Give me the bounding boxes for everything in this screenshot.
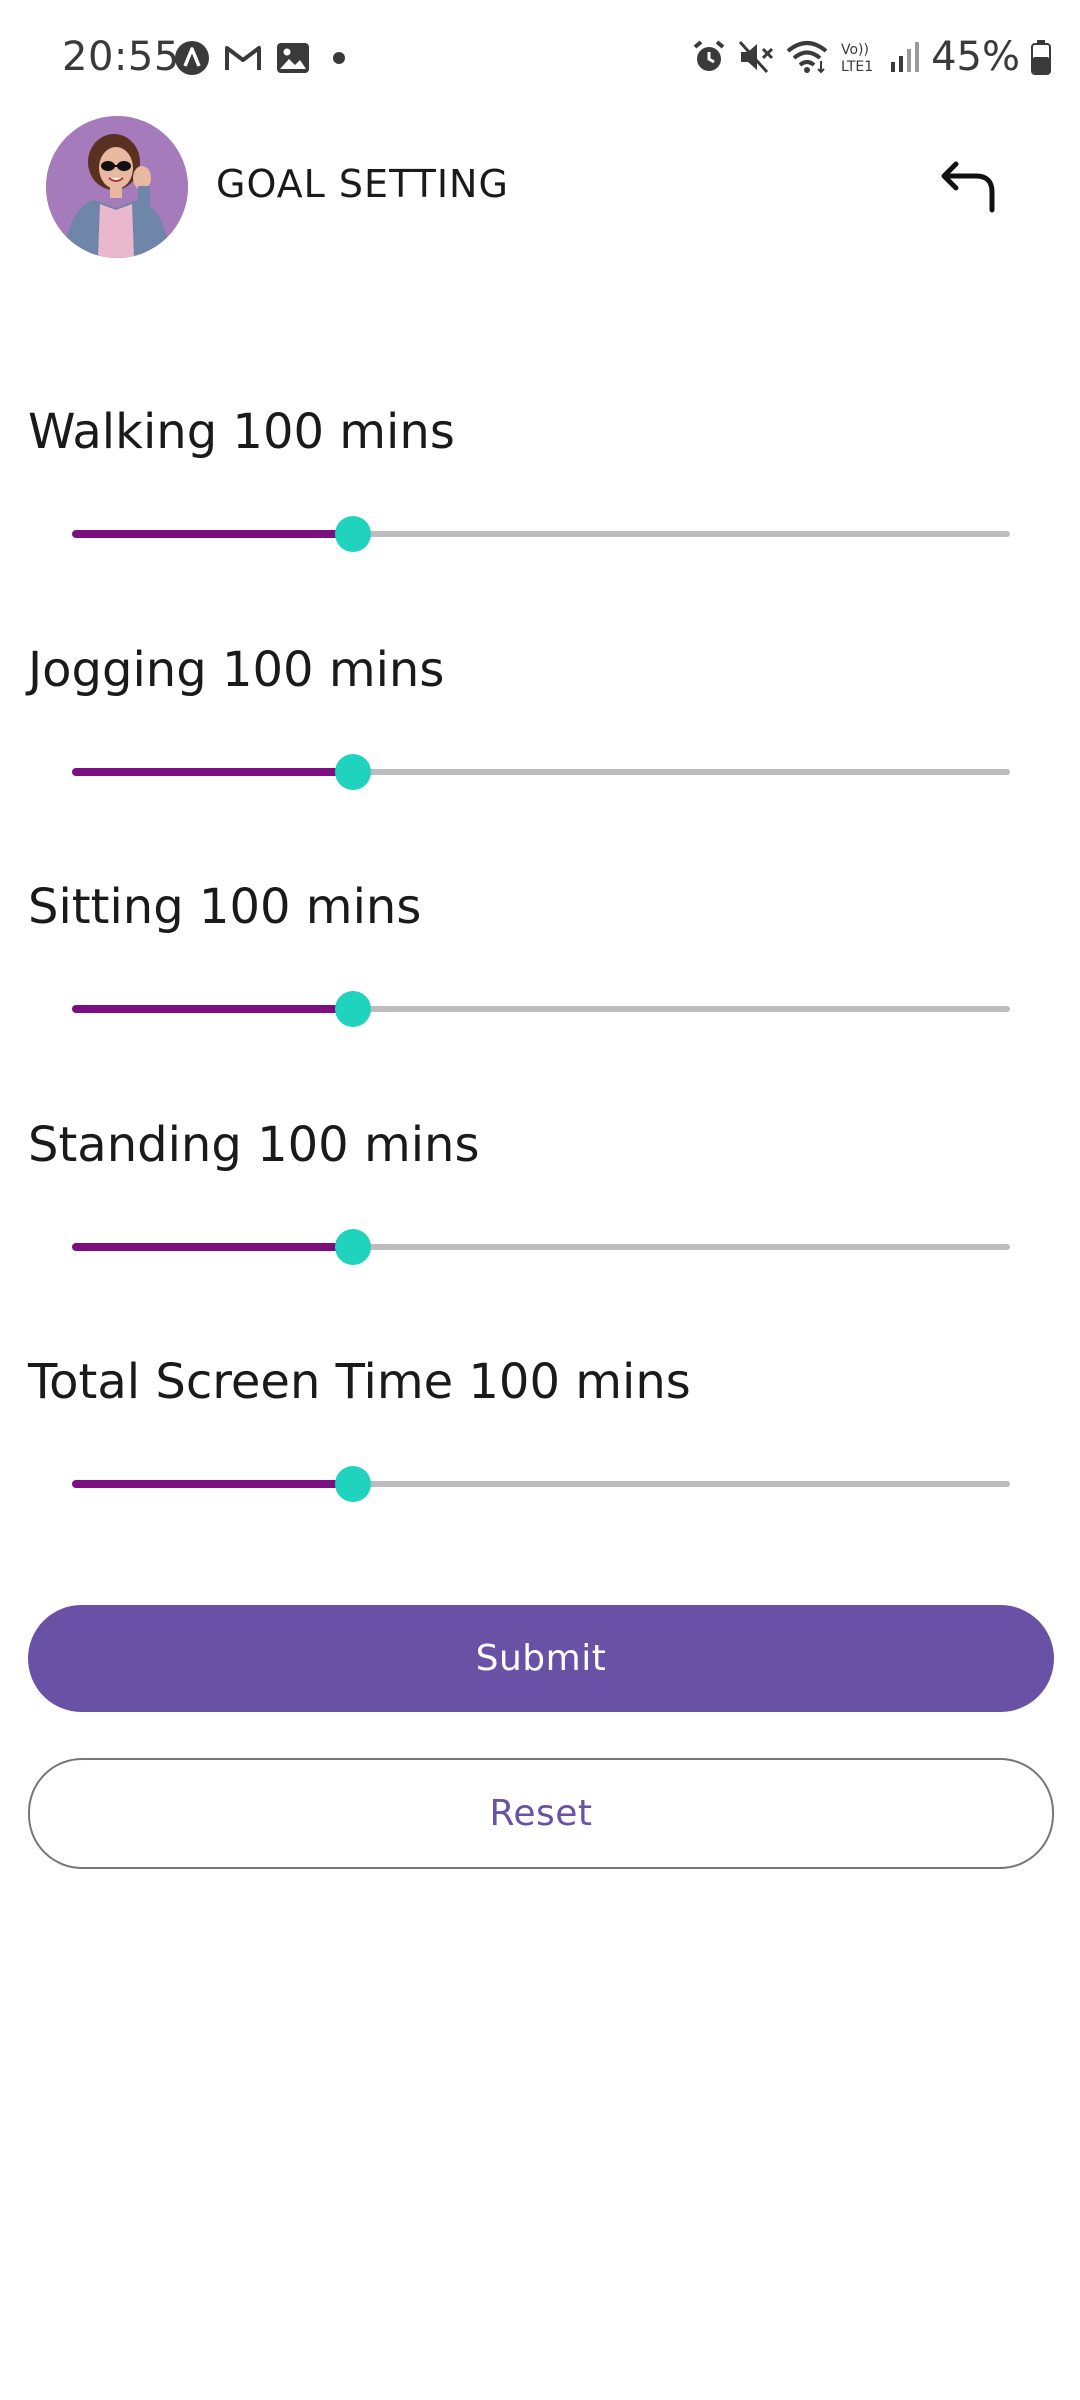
svg-text:Vo)): Vo))	[841, 42, 869, 58]
goal-label-sitting: Sitting 100 mins	[28, 879, 422, 935]
goal-label-standing: Standing 100 mins	[28, 1117, 480, 1173]
slider-thumb[interactable]	[335, 1229, 372, 1265]
app-header: GOAL SETTING	[0, 112, 1080, 262]
slider-thumb[interactable]	[335, 1466, 372, 1502]
goal-walking: Walking 100 mins	[0, 404, 1080, 604]
goal-jogging: Jogging 100 mins	[0, 642, 1080, 842]
walking-slider[interactable]	[72, 504, 1010, 564]
page-title: GOAL SETTING	[216, 162, 509, 206]
battery-percent: 45%	[931, 34, 1020, 80]
profile-avatar[interactable]	[46, 116, 188, 258]
gmail-icon	[224, 43, 262, 73]
back-button[interactable]	[936, 154, 1006, 224]
status-bar: 20:55 Vo)) LTE1 45%	[0, 0, 1080, 120]
slider-thumb[interactable]	[335, 991, 372, 1027]
notification-dot-icon	[332, 51, 346, 65]
status-left-icons	[174, 40, 346, 76]
jogging-slider[interactable]	[72, 742, 1010, 802]
reset-button[interactable]: Reset	[28, 1758, 1054, 1869]
standing-slider[interactable]	[72, 1217, 1010, 1277]
gallery-icon	[276, 42, 310, 74]
goal-label-jogging: Jogging 100 mins	[28, 642, 445, 698]
battery-icon	[1030, 39, 1052, 75]
slider-fill	[72, 1005, 354, 1013]
slider-fill	[72, 1243, 354, 1251]
slider-fill	[72, 1480, 354, 1488]
mute-icon	[737, 39, 775, 75]
status-time: 20:55	[62, 34, 180, 80]
wifi-icon	[785, 39, 829, 75]
goal-label-walking: Walking 100 mins	[28, 404, 455, 460]
goal-label-screen-time: Total Screen Time 100 mins	[28, 1354, 691, 1410]
volte-icon: Vo)) LTE1	[839, 39, 879, 75]
goal-sitting: Sitting 100 mins	[0, 879, 1080, 1079]
svg-text:LTE1: LTE1	[841, 59, 873, 75]
status-right-icons: Vo)) LTE1 45%	[691, 34, 1052, 80]
app-a-icon	[174, 40, 210, 76]
undo-arrow-icon	[941, 161, 995, 213]
submit-button[interactable]: Submit	[28, 1605, 1054, 1712]
slider-thumb[interactable]	[335, 516, 372, 552]
slider-fill	[72, 768, 354, 776]
slider-thumb[interactable]	[335, 754, 372, 790]
goal-screen-time: Total Screen Time 100 mins	[0, 1354, 1080, 1554]
alarm-icon	[691, 39, 727, 75]
goal-standing: Standing 100 mins	[0, 1117, 1080, 1317]
screen-time-slider[interactable]	[72, 1454, 1010, 1514]
slider-fill	[72, 530, 354, 538]
sitting-slider[interactable]	[72, 979, 1010, 1039]
signal-icon	[889, 40, 921, 74]
